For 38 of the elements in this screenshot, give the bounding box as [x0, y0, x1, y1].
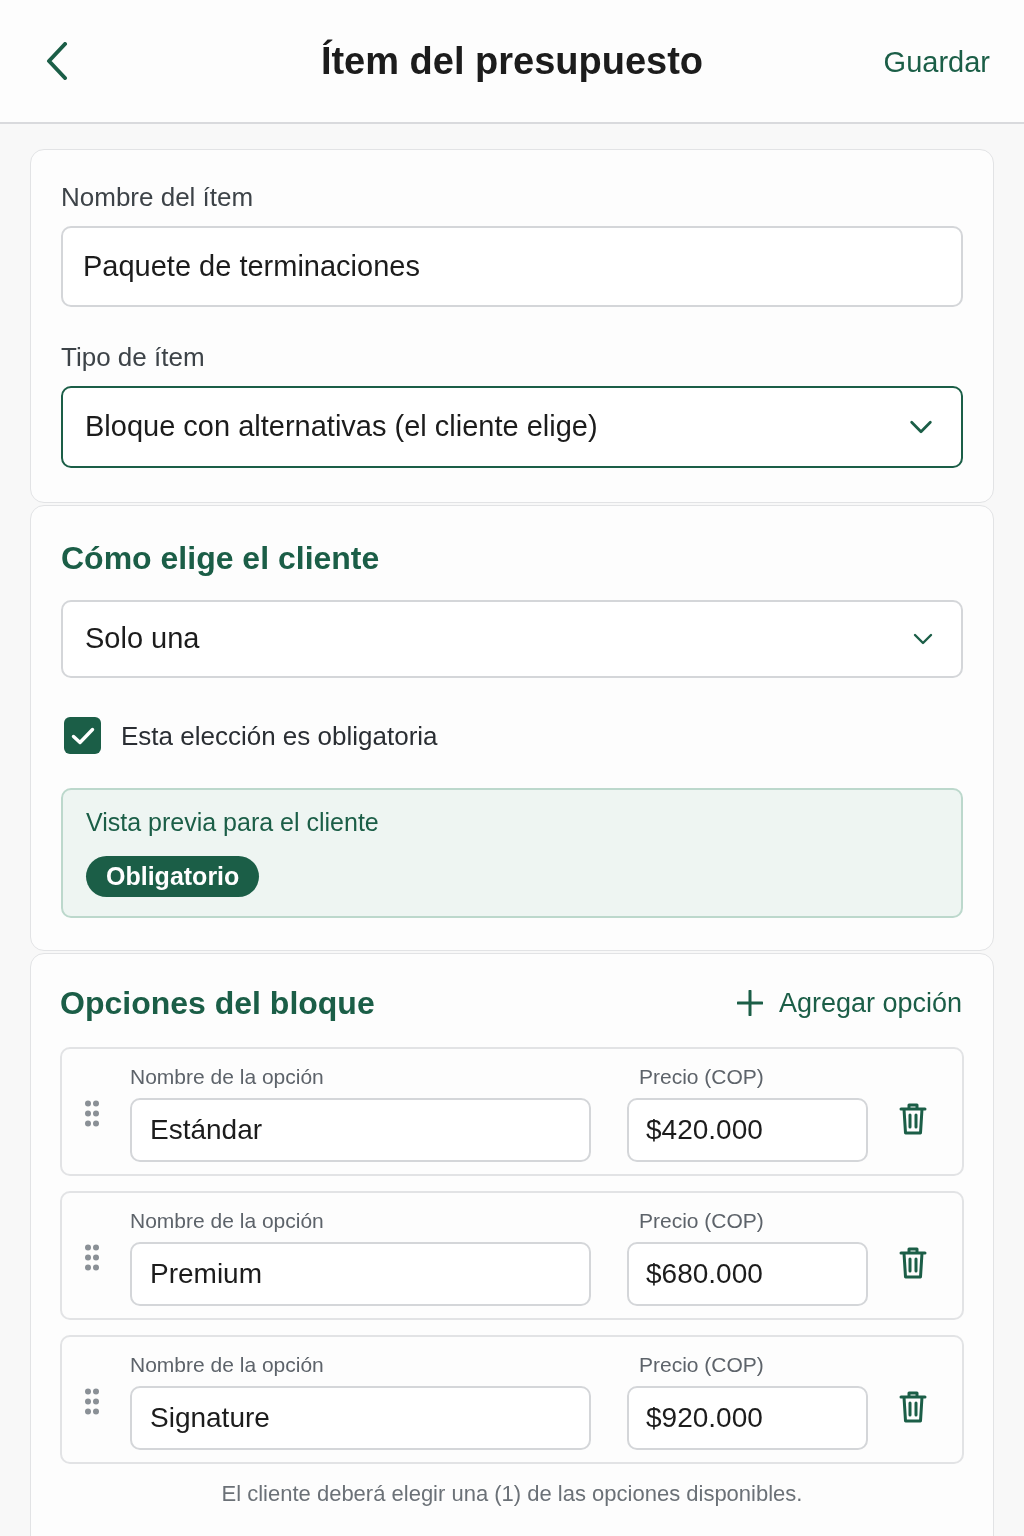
text-field[interactable]: Premium: [130, 1242, 591, 1306]
field-label: Nombre del ítem: [61, 181, 255, 213]
section-heading: Cómo elige el cliente: [61, 539, 381, 578]
field-label: Precio (COP): [638, 1064, 765, 1090]
required-badge: Obligatorio: [86, 856, 260, 897]
dropdown-field[interactable]: Solo una: [61, 600, 963, 678]
price-field[interactable]: $420.000: [627, 1098, 868, 1162]
trash-icon[interactable]: [899, 1102, 927, 1136]
dropdown-field[interactable]: Bloque con alternativas (el cliente elige): [61, 386, 963, 468]
add-option-button[interactable]: Agregar opción: [736, 985, 964, 1021]
trash-icon[interactable]: [899, 1246, 927, 1280]
drag-handle-icon[interactable]: [85, 1244, 99, 1271]
trash-icon[interactable]: [899, 1390, 927, 1424]
chevron-down-icon: [913, 633, 933, 645]
field-label: Tipo de ítem: [61, 341, 206, 373]
chevron-down-icon: [909, 420, 933, 434]
save-button[interactable]: Guardar: [883, 43, 990, 81]
checkbox[interactable]: [64, 717, 101, 754]
checkbox-label: Esta elección es obligatoria: [121, 719, 438, 753]
price-field[interactable]: $680.000: [627, 1242, 868, 1306]
checkmark-icon: [70, 726, 95, 745]
section-heading: Opciones del bloque: [60, 984, 375, 1023]
text-field[interactable]: Signature: [130, 1386, 591, 1450]
text-field[interactable]: Estándar: [130, 1098, 591, 1162]
preview-title: Vista previa para el cliente: [86, 807, 380, 838]
plus-icon: [736, 990, 763, 1016]
text-field[interactable]: Paquete de terminaciones: [61, 226, 963, 307]
drag-handle-icon[interactable]: [85, 1388, 99, 1415]
field-label: Nombre de la opción: [130, 1064, 325, 1090]
drag-handle-icon[interactable]: [85, 1100, 99, 1127]
field-label: Nombre de la opción: [130, 1208, 325, 1234]
field-label: Precio (COP): [638, 1352, 765, 1378]
back-icon[interactable]: [46, 42, 68, 80]
page-title: Ítem del presupuesto: [320, 38, 704, 84]
field-label: Nombre de la opción: [130, 1352, 325, 1378]
price-field[interactable]: $920.000: [627, 1386, 868, 1450]
field-label: Precio (COP): [638, 1208, 765, 1234]
helper-text: El cliente deberá elegir una (1) de las opciones disponibles.: [220, 1480, 804, 1508]
